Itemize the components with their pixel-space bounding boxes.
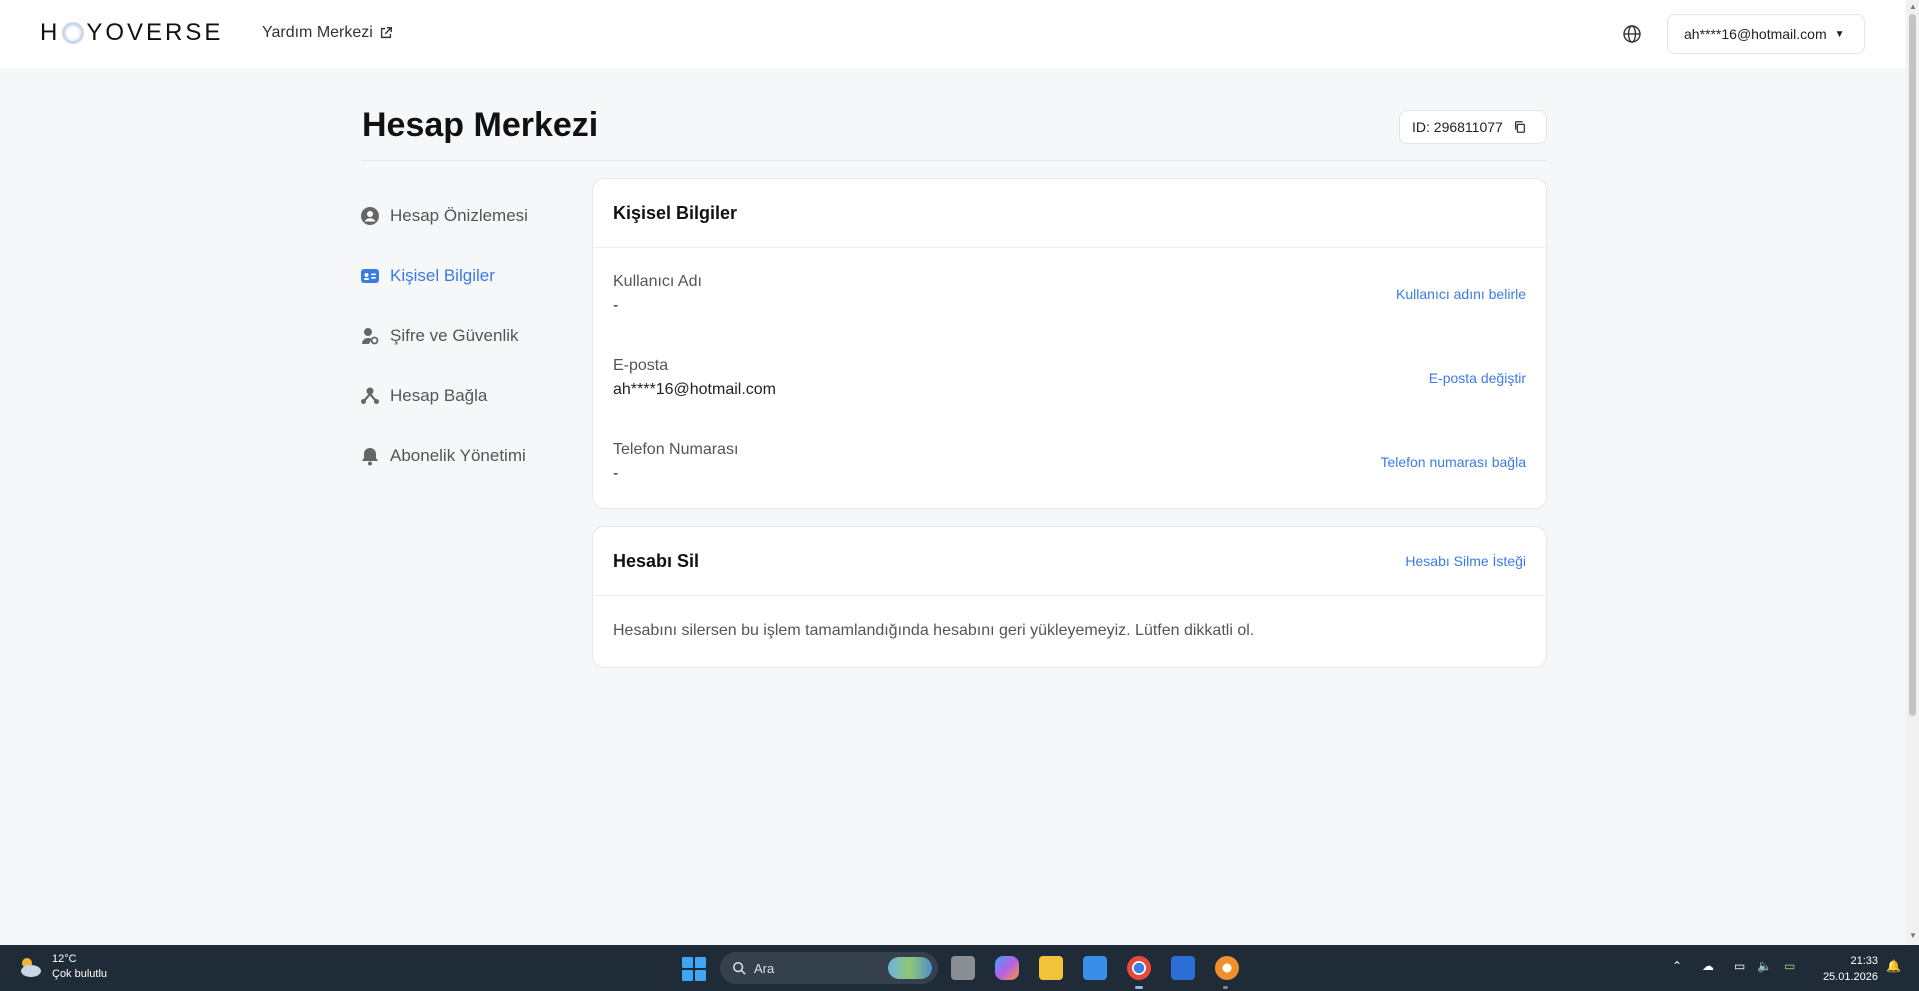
copy-icon[interactable] xyxy=(1513,120,1527,134)
scroll-down-arrow-icon[interactable]: ▼ xyxy=(1909,931,1917,940)
sidebar-item-label: Kişisel Bilgiler xyxy=(390,266,495,285)
windows-taskbar: 12°C Çok bulutlu Ara ⌃ ☁ ▭ 🔈 ▭ 21:33 25.… xyxy=(0,945,1919,991)
task-view-icon[interactable] xyxy=(951,956,975,980)
battery-icon[interactable]: ▭ xyxy=(1784,959,1795,973)
delete-account-description: Hesabını silersen bu işlem tamamlandığın… xyxy=(613,622,1255,639)
personal-info-card: Kişisel Bilgiler Kullanıcı Adı - Kullanı… xyxy=(592,178,1547,509)
scroll-thumb[interactable] xyxy=(1909,14,1916,716)
weather-description: Çok bulutlu xyxy=(52,968,108,980)
onedrive-cloud-icon[interactable]: ☁ xyxy=(1702,959,1714,973)
network-icon[interactable]: ▭ xyxy=(1734,959,1745,973)
sidebar-item-subscriptions[interactable]: Abonelik Yönetimi xyxy=(360,426,580,486)
microsoft-store-icon[interactable] xyxy=(1083,956,1107,980)
email-row: E-posta ah****16@hotmail.com E-posta değ… xyxy=(593,336,1546,420)
blender-running-indicator xyxy=(1223,986,1228,989)
email-value: ah****16@hotmail.com xyxy=(613,381,776,398)
scroll-up-arrow-icon[interactable]: ▲ xyxy=(1909,2,1917,11)
phone-label: Telefon Numarası xyxy=(613,441,739,458)
username-row: Kullanıcı Adı - Kullanıcı adını belirle xyxy=(593,252,1546,336)
help-center-link[interactable]: Yardım Merkezi xyxy=(262,24,393,42)
phone-value: - xyxy=(613,465,619,482)
file-explorer-icon[interactable] xyxy=(1039,956,1063,980)
change-email-link[interactable]: E-posta değiştir xyxy=(1429,370,1526,386)
user-circle-icon xyxy=(361,207,379,225)
account-menu-button[interactable]: ah****16@hotmail.com ▼ xyxy=(1667,14,1865,54)
outlook-icon[interactable] xyxy=(1171,956,1195,980)
notification-bell-icon[interactable]: 🔔 xyxy=(1886,959,1901,973)
username-label: Kullanıcı Adı xyxy=(613,273,702,290)
personal-info-header: Kişisel Bilgiler xyxy=(593,179,1546,248)
sidebar-item-label: Şifre ve Güvenlik xyxy=(390,326,519,345)
sidebar-item-label: Abonelik Yönetimi xyxy=(390,446,526,465)
copilot-icon[interactable] xyxy=(995,956,1019,980)
delete-account-title: Hesabı Sil xyxy=(613,550,700,571)
sidebar-item-label: Hesap Önizlemesi xyxy=(390,206,528,225)
cloudy-weather-icon xyxy=(21,958,41,977)
bell-icon xyxy=(362,448,378,466)
page-title: Hesap Merkezi xyxy=(362,106,599,144)
phone-row: Telefon Numarası - Telefon numarası bağl… xyxy=(593,420,1546,504)
chrome-active-indicator xyxy=(1135,986,1143,989)
windows-start-button[interactable] xyxy=(682,957,706,981)
blender-icon[interactable] xyxy=(1215,956,1239,980)
link-nodes-icon xyxy=(361,387,379,404)
volume-icon[interactable]: 🔈 xyxy=(1757,959,1772,973)
logo-ring-icon xyxy=(62,22,85,44)
email-label: E-posta xyxy=(613,357,669,374)
id-card-icon xyxy=(361,269,379,283)
language-globe-icon[interactable] xyxy=(1622,24,1642,44)
weather-widget[interactable]: 12°C Çok bulutlu xyxy=(16,952,107,982)
taskbar-clock[interactable]: 21:33 25.01.2026 xyxy=(1818,953,1878,985)
search-highlight-icon xyxy=(888,957,932,979)
tray-overflow-chevron-icon[interactable]: ⌃ xyxy=(1672,959,1682,973)
user-id-badge: ID: 296811077 xyxy=(1399,110,1547,144)
username-value: - xyxy=(613,297,619,314)
caret-down-icon: ▼ xyxy=(1834,28,1845,40)
external-link-icon xyxy=(380,27,392,39)
personal-info-title: Kişisel Bilgiler xyxy=(613,202,738,223)
delete-account-card: Hesabı Sil Hesabı Silme İsteği Hesabını … xyxy=(592,526,1547,668)
sidebar-item-link-account[interactable]: Hesap Bağla xyxy=(360,366,580,426)
hoyoverse-logo[interactable]: H YOVERSE xyxy=(40,19,223,46)
help-center-label: Yardım Merkezi xyxy=(262,24,373,41)
delete-account-header: Hesabı Sil Hesabı Silme İsteği xyxy=(593,527,1546,596)
sidebar-item-personal-info[interactable]: Kişisel Bilgiler xyxy=(360,246,580,306)
link-phone-link[interactable]: Telefon numarası bağla xyxy=(1380,454,1526,470)
sidebar-item-password-security[interactable]: Şifre ve Güvenlik xyxy=(360,306,580,366)
taskbar-search[interactable]: Ara xyxy=(720,952,938,984)
clock-date: 25.01.2026 xyxy=(1822,971,1878,983)
search-placeholder: Ara xyxy=(754,960,775,976)
sidebar-item-label: Hesap Bağla xyxy=(390,386,488,405)
title-divider xyxy=(362,160,1547,161)
set-username-link[interactable]: Kullanıcı adını belirle xyxy=(1396,286,1526,302)
sidebar-nav: Hesap Önizlemesi Kişisel Bilgiler Şifre … xyxy=(360,186,580,486)
top-header: H YOVERSE Yardım Merkezi ah****16@hotmail… xyxy=(0,0,1906,68)
chrome-icon[interactable] xyxy=(1127,956,1151,980)
clock-time: 21:33 xyxy=(1850,955,1878,967)
search-icon xyxy=(732,961,746,975)
user-id-text: ID: 296811077 xyxy=(1412,119,1503,135)
delete-account-request-link[interactable]: Hesabı Silme İsteği xyxy=(1405,553,1526,569)
weather-temperature: 12°C xyxy=(52,953,77,965)
page-scrollbar[interactable]: ▲ ▼ xyxy=(1906,0,1919,945)
account-email: ah****16@hotmail.com xyxy=(1684,26,1827,42)
key-lock-icon xyxy=(362,328,379,345)
sidebar-item-account-overview[interactable]: Hesap Önizlemesi xyxy=(360,186,580,246)
